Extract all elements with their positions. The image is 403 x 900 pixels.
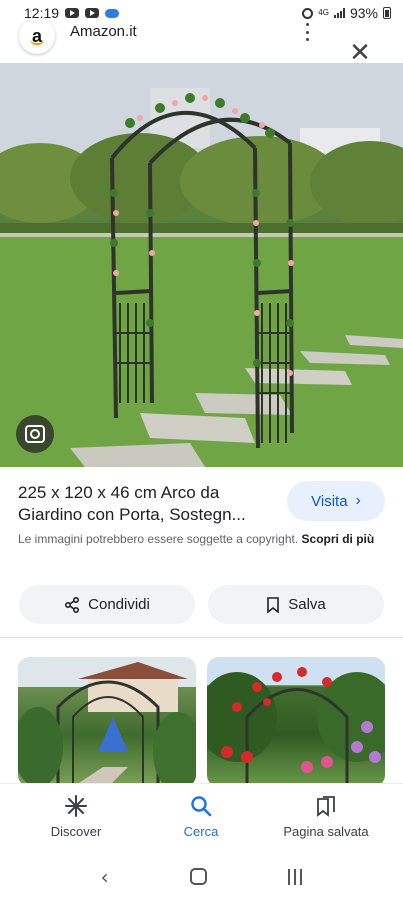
nav-discover[interactable]: Discover — [16, 794, 136, 839]
home-icon[interactable] — [189, 868, 207, 885]
search-icon — [190, 794, 212, 818]
product-image[interactable] — [0, 63, 403, 467]
save-label: Salva — [288, 596, 326, 613]
source-header: a Amazon.it ✕ — [0, 14, 403, 66]
visit-label: Visita — [311, 492, 348, 510]
related-rose-arch-thumbnail — [207, 657, 385, 787]
garden-arch-illustration — [0, 63, 403, 467]
related-garden-arch-thumbnail — [18, 657, 196, 787]
site-name[interactable]: Amazon.it — [70, 23, 137, 40]
logo-letter: a — [31, 25, 42, 46]
copyright-notice: Le immagini potrebbero essere soggette a… — [18, 530, 383, 548]
back-icon[interactable]: ‹ — [101, 865, 109, 889]
more-options-icon[interactable] — [300, 20, 314, 44]
chevron-right-icon: › — [355, 492, 361, 509]
copyright-text: Le immagini potrebbero essere soggette a… — [18, 532, 299, 546]
nav-saved-page[interactable]: Pagina salvata — [266, 794, 386, 839]
divider — [0, 637, 403, 638]
bookmarks-icon — [315, 794, 337, 818]
nav-search-label: Cerca — [183, 824, 219, 839]
nav-saved-label: Pagina salvata — [283, 824, 369, 839]
share-icon — [65, 596, 80, 613]
share-button[interactable]: Condividi — [19, 585, 195, 624]
recent-apps-icon[interactable] — [288, 868, 303, 885]
nav-search[interactable]: Cerca — [141, 794, 261, 839]
amazon-logo[interactable]: a — [19, 18, 55, 54]
product-title[interactable]: 225 x 120 x 46 cm Arco da Giardino con P… — [18, 482, 280, 526]
bottom-nav: Discover Cerca Pagina salvata — [0, 783, 403, 853]
nav-discover-label: Discover — [50, 824, 102, 839]
system-nav-bar: ‹ — [0, 853, 403, 900]
asterisk-icon — [65, 794, 87, 818]
related-image[interactable] — [207, 657, 385, 787]
share-label: Condividi — [88, 596, 150, 613]
related-image[interactable] — [18, 657, 196, 787]
visit-button[interactable]: Visita › — [287, 481, 385, 521]
bookmark-icon — [267, 596, 280, 613]
learn-more-link[interactable]: Scopri di più — [302, 532, 375, 546]
lens-search-icon[interactable] — [16, 415, 54, 453]
save-button[interactable]: Salva — [208, 585, 384, 624]
